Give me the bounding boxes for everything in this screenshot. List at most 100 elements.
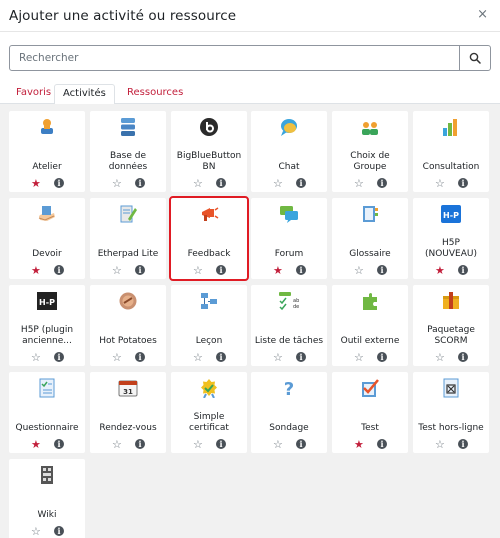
star-outline-icon[interactable]: ☆ xyxy=(193,178,203,189)
activity-label: BigBlueButton xyxy=(176,150,242,161)
info-icon[interactable]: i xyxy=(296,265,306,275)
info-icon[interactable]: i xyxy=(54,439,64,449)
info-icon[interactable]: i xyxy=(458,439,468,449)
activity-tile[interactable]: Test ★ i xyxy=(332,372,408,453)
info-icon[interactable]: i xyxy=(377,352,387,362)
info-icon[interactable]: i xyxy=(135,265,145,275)
info-icon[interactable]: i xyxy=(54,178,64,188)
info-icon[interactable]: i xyxy=(216,265,226,275)
info-icon[interactable]: i xyxy=(135,178,145,188)
activity-tile[interactable]: Chat ☆ i xyxy=(251,111,327,192)
info-icon[interactable]: i xyxy=(54,526,64,536)
h5p-legacy-icon: H-P xyxy=(37,291,57,311)
activity-label: SCORM xyxy=(434,336,468,346)
activity-tile[interactable]: Consultation ☆ i xyxy=(413,111,489,192)
star-filled-icon[interactable]: ★ xyxy=(354,439,364,450)
activity-tile[interactable]: Forum ★ i xyxy=(251,198,327,279)
activity-label: Devoir xyxy=(32,249,62,259)
activity-tile[interactable]: Glossaire ☆ i xyxy=(332,198,408,279)
questionnaire-icon xyxy=(37,378,57,398)
h5p-icon: H-P xyxy=(441,204,461,224)
star-outline-icon[interactable]: ☆ xyxy=(31,352,41,363)
survey-icon: ? xyxy=(279,378,299,398)
search-input[interactable] xyxy=(10,46,460,70)
tab-ressources[interactable]: Ressources xyxy=(120,84,190,104)
activity-label: Wiki xyxy=(37,510,57,520)
activity-tile[interactable]: Feedback ☆ i xyxy=(169,196,249,281)
hotpotatoes-icon xyxy=(118,291,138,311)
info-icon[interactable]: i xyxy=(135,439,145,449)
star-filled-icon[interactable]: ★ xyxy=(31,178,41,189)
info-icon[interactable]: i xyxy=(54,352,64,362)
star-outline-icon[interactable]: ☆ xyxy=(193,439,203,450)
info-icon[interactable]: i xyxy=(135,352,145,362)
star-outline-icon[interactable]: ☆ xyxy=(354,178,364,189)
star-outline-icon[interactable]: ☆ xyxy=(31,526,41,537)
info-icon[interactable]: i xyxy=(216,178,226,188)
svg-text:?: ? xyxy=(284,379,294,398)
star-filled-icon[interactable]: ★ xyxy=(31,265,41,276)
star-outline-icon[interactable]: ☆ xyxy=(273,352,283,363)
info-icon[interactable]: i xyxy=(54,265,64,275)
star-filled-icon[interactable]: ★ xyxy=(435,265,445,276)
activity-tile[interactable]: H-P H5P (plugin ancienne... ☆ i xyxy=(9,285,85,366)
info-icon[interactable]: i xyxy=(296,178,306,188)
info-icon[interactable]: i xyxy=(216,439,226,449)
activity-tile[interactable]: Atelier ★ i xyxy=(9,111,85,192)
info-icon[interactable]: i xyxy=(377,178,387,188)
activity-tile[interactable]: Etherpad Lite ☆ i xyxy=(90,198,166,279)
activity-label: Questionnaire xyxy=(15,423,79,433)
certificate-icon xyxy=(199,378,219,398)
star-filled-icon[interactable]: ★ xyxy=(31,439,41,450)
activity-tile[interactable]: ? Sondage ☆ i xyxy=(251,372,327,453)
info-icon[interactable]: i xyxy=(377,439,387,449)
offline-quiz-icon xyxy=(441,378,461,398)
activity-tile[interactable]: Wiki ☆ i xyxy=(9,459,85,538)
activity-tile[interactable]: Base de données ☆ i xyxy=(90,111,166,192)
activity-tile[interactable]: Questionnaire ★ i xyxy=(9,372,85,453)
activity-label: Simple xyxy=(193,411,225,422)
activity-tile[interactable]: Leçon ☆ i xyxy=(171,285,247,366)
star-outline-icon[interactable]: ☆ xyxy=(193,265,203,276)
activity-tile[interactable]: Paquetage SCORM ☆ i xyxy=(413,285,489,366)
activity-label: Chat xyxy=(278,162,300,172)
star-outline-icon[interactable]: ☆ xyxy=(193,352,203,363)
info-icon[interactable]: i xyxy=(296,352,306,362)
star-outline-icon[interactable]: ☆ xyxy=(112,265,122,276)
star-outline-icon[interactable]: ☆ xyxy=(273,178,283,189)
activity-label: (NOUVEAU) xyxy=(424,249,477,259)
search-button[interactable] xyxy=(459,46,490,70)
tab-favoris[interactable]: Favoris xyxy=(9,84,58,104)
activity-tile[interactable]: Simple certificat ☆ i xyxy=(171,372,247,453)
activity-tile[interactable]: Test hors-ligne ☆ i xyxy=(413,372,489,453)
activity-tile[interactable]: 31 Rendez-vous ☆ i xyxy=(90,372,166,453)
activity-tile[interactable]: Outil externe ☆ i xyxy=(332,285,408,366)
info-icon[interactable]: i xyxy=(458,265,468,275)
star-outline-icon[interactable]: ☆ xyxy=(112,439,122,450)
info-icon[interactable]: i xyxy=(458,178,468,188)
activity-tile[interactable]: abcdef Liste de tâches ☆ i xyxy=(251,285,327,366)
activity-tile[interactable]: Devoir ★ i xyxy=(9,198,85,279)
activity-label: Choix de xyxy=(350,150,390,161)
activity-tile[interactable]: Choix de Groupe ☆ i xyxy=(332,111,408,192)
star-outline-icon[interactable]: ☆ xyxy=(354,352,364,363)
activity-label: Liste de tâches xyxy=(254,336,324,346)
star-outline-icon[interactable]: ☆ xyxy=(354,265,364,276)
info-icon[interactable]: i xyxy=(458,352,468,362)
info-icon[interactable]: i xyxy=(216,352,226,362)
info-icon[interactable]: i xyxy=(296,439,306,449)
star-outline-icon[interactable]: ☆ xyxy=(435,439,445,450)
close-button[interactable]: × xyxy=(477,8,488,22)
star-outline-icon[interactable]: ☆ xyxy=(112,178,122,189)
tab-activites[interactable]: Activités xyxy=(54,84,115,105)
activity-tile[interactable]: Hot Potatoes ☆ i xyxy=(90,285,166,366)
star-outline-icon[interactable]: ☆ xyxy=(273,439,283,450)
star-outline-icon[interactable]: ☆ xyxy=(112,352,122,363)
info-icon[interactable]: i xyxy=(377,265,387,275)
star-outline-icon[interactable]: ☆ xyxy=(435,178,445,189)
activity-tile[interactable]: BigBlueButton BN ☆ i xyxy=(171,111,247,192)
star-filled-icon[interactable]: ★ xyxy=(273,265,283,276)
star-outline-icon[interactable]: ☆ xyxy=(435,352,445,363)
activity-tile[interactable]: H-P H5P (NOUVEAU) ★ i xyxy=(413,198,489,279)
wiki-icon xyxy=(37,465,57,485)
